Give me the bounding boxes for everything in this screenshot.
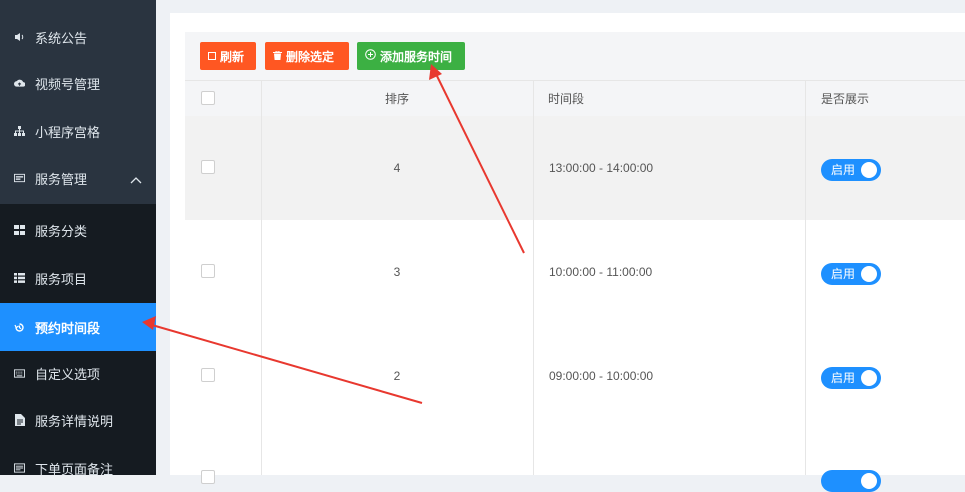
table-header: 排序 时间段 是否展示 <box>185 80 965 118</box>
add-label: 添加服务时间 <box>380 49 453 64</box>
refresh-icon <box>208 49 216 63</box>
header-display: 是否展示 <box>821 92 870 106</box>
display-toggle[interactable]: 启用 <box>821 263 881 285</box>
chevron-up-icon[interactable] <box>130 172 142 187</box>
sidebar-item-label: 服务分类 <box>35 223 88 239</box>
row-checkbox[interactable] <box>201 368 215 382</box>
toggle-label: 启用 <box>831 267 856 281</box>
sidebar-item-order-notes[interactable]: 下单页面备注 <box>0 444 156 492</box>
sidebar-item-service-items[interactable]: 服务项目 <box>0 254 156 302</box>
row-order: 4 <box>393 161 401 175</box>
column-divider <box>533 80 534 475</box>
header-order: 排序 <box>384 92 409 106</box>
history-icon <box>14 322 25 333</box>
table-row <box>185 428 965 492</box>
toggle-knob <box>861 162 877 178</box>
plus-circle-icon <box>365 49 376 63</box>
select-all-checkbox[interactable] <box>201 91 215 105</box>
sidebar-item-label: 服务管理 <box>35 171 88 187</box>
sidebar-item-service-category[interactable]: 服务分类 <box>0 206 156 254</box>
row-checkbox[interactable] <box>201 160 215 174</box>
table-row: 4 13:00:00 - 14:00:00 启用 <box>185 116 965 221</box>
list-icon <box>14 273 25 284</box>
trash-icon <box>273 49 282 63</box>
sidebar: 系统公告 视频号管理 小程序宫格 服务管理 服务分类 服务项目 预约时间段 自定… <box>0 0 156 477</box>
row-order: 2 <box>393 369 401 383</box>
sidebar-item-custom-options[interactable]: 自定义选项 <box>0 349 156 397</box>
sidebar-item-grid[interactable]: 小程序宫格 <box>0 107 156 155</box>
row-checkbox[interactable] <box>201 264 215 278</box>
display-toggle[interactable]: 启用 <box>821 367 881 389</box>
delete-selected-button[interactable]: 删除选定 <box>265 42 349 70</box>
display-toggle[interactable] <box>821 470 881 492</box>
file-icon <box>14 414 25 426</box>
toggle-knob <box>861 266 877 282</box>
sidebar-item-label: 自定义选项 <box>35 366 101 382</box>
table-row: 3 10:00:00 - 11:00:00 启用 <box>185 220 965 325</box>
table-row: 2 09:00:00 - 10:00:00 启用 <box>185 324 965 429</box>
add-service-time-button[interactable]: 添加服务时间 <box>357 42 465 70</box>
header-time-slot: 时间段 <box>548 92 585 106</box>
sidebar-item-announcement[interactable]: 系统公告 <box>0 13 156 61</box>
toggle-label: 启用 <box>831 163 856 177</box>
sidebar-item-service-details[interactable]: 服务详情说明 <box>0 396 156 444</box>
keyboard-icon <box>14 368 25 379</box>
note-icon <box>14 463 25 474</box>
refresh-button[interactable]: 刷新 <box>200 42 256 70</box>
column-divider <box>805 80 806 475</box>
sidebar-item-service-management[interactable]: 服务管理 <box>0 154 156 202</box>
card-icon <box>14 173 25 184</box>
column-divider <box>261 80 262 475</box>
speaker-icon <box>14 32 25 43</box>
sidebar-item-label: 小程序宫格 <box>35 124 101 140</box>
sidebar-item-time-slots[interactable]: 预约时间段 <box>0 303 156 351</box>
sidebar-item-label: 服务项目 <box>35 271 88 287</box>
cloud-upload-icon <box>14 78 25 89</box>
row-time: 13:00:00 - 14:00:00 <box>549 161 654 175</box>
display-toggle[interactable]: 启用 <box>821 159 881 181</box>
sidebar-item-label: 预约时间段 <box>35 320 101 336</box>
sitemap-icon <box>14 126 25 137</box>
sidebar-item-label: 服务详情说明 <box>35 413 114 429</box>
row-checkbox[interactable] <box>201 470 215 484</box>
toggle-knob <box>861 473 877 489</box>
sidebar-item-label: 视频号管理 <box>35 76 101 92</box>
row-time: 09:00:00 - 10:00:00 <box>549 369 654 383</box>
row-time: 10:00:00 - 11:00:00 <box>549 265 653 279</box>
sidebar-item-label: 系统公告 <box>35 30 88 46</box>
toggle-knob <box>861 370 877 386</box>
grid-icon <box>14 225 25 236</box>
delete-label: 删除选定 <box>286 49 335 64</box>
row-order: 3 <box>393 265 401 279</box>
refresh-label: 刷新 <box>220 49 245 64</box>
sidebar-item-channels[interactable]: 视频号管理 <box>0 59 156 107</box>
toggle-label: 启用 <box>831 371 856 385</box>
